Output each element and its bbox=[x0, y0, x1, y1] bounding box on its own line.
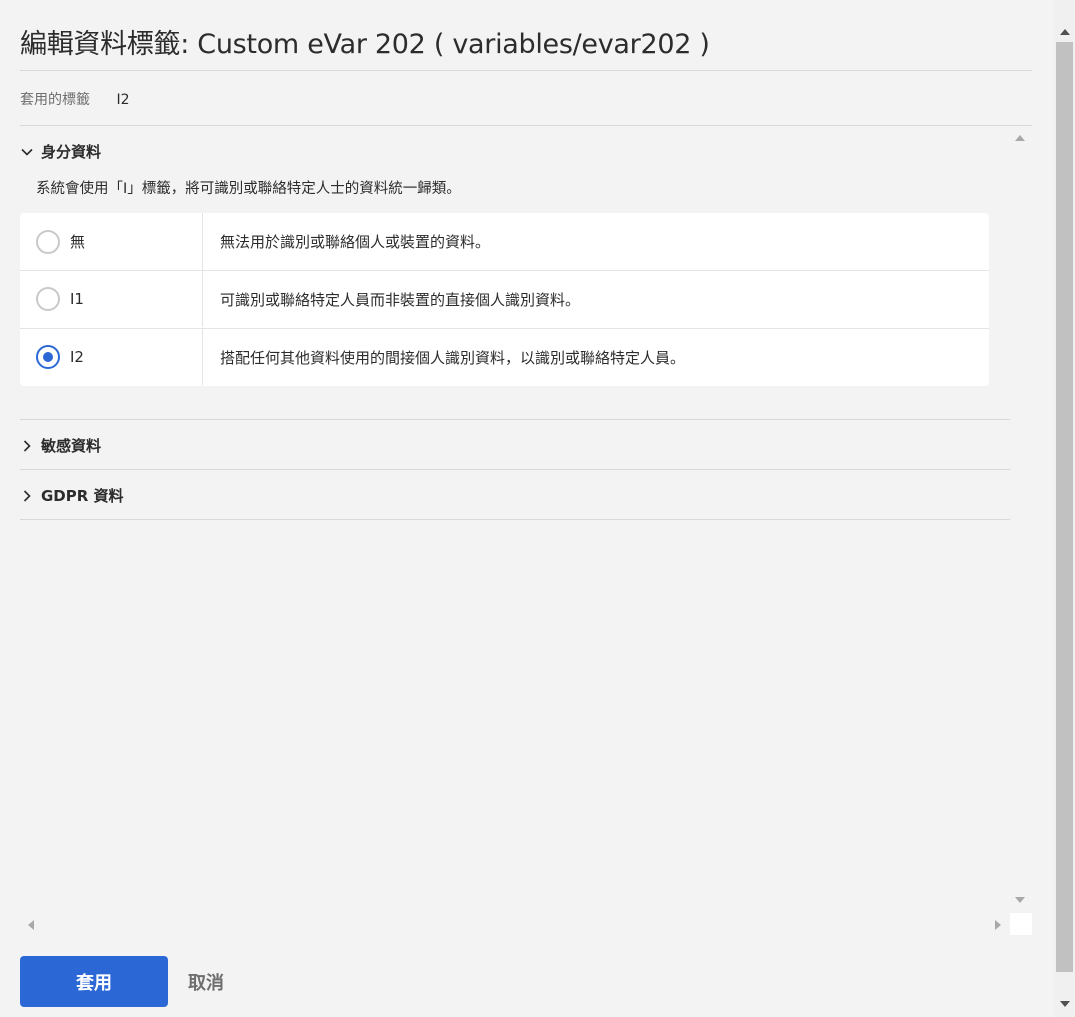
dialog-title: 編輯資料標籤: Custom eVar 202 ( variables/evar… bbox=[20, 29, 710, 60]
title-divider bbox=[20, 70, 1032, 71]
section-title-gdpr: GDPR 資料 bbox=[41, 487, 124, 505]
applied-divider bbox=[20, 125, 1032, 126]
identity-options-card: 無 無法用於識別或聯絡個人或裝置的資料。 I1 可識別或聯絡特定人員而非裝置的直… bbox=[20, 213, 989, 386]
option-description: 可識別或聯絡特定人員而非裝置的直接個人識別資料。 bbox=[220, 290, 581, 309]
section-divider bbox=[20, 419, 1010, 420]
option-label: I1 bbox=[70, 290, 84, 308]
option-description: 無法用於識別或聯絡個人或裝置的資料。 bbox=[220, 233, 491, 251]
apply-button[interactable]: 套用 bbox=[20, 956, 168, 1007]
applied-labels-label: 套用的標籤 bbox=[20, 92, 90, 108]
radio-i2[interactable] bbox=[36, 345, 60, 369]
option-cell: 無 bbox=[20, 213, 203, 270]
section-title-identity: 身分資料 bbox=[41, 143, 102, 161]
scroll-down-arrow-icon[interactable] bbox=[1015, 897, 1025, 903]
scroll-corner bbox=[1010, 913, 1032, 935]
scroll-right-arrow-icon[interactable] bbox=[995, 920, 1001, 930]
option-row-i2[interactable]: I2 搭配任何其他資料使用的間接個人識別資料，以識別或聯絡特定人員。 bbox=[20, 328, 989, 385]
chevron-down-icon bbox=[21, 148, 33, 156]
option-cell: I2 bbox=[20, 329, 203, 385]
option-label: 無 bbox=[70, 233, 86, 251]
radio-none[interactable] bbox=[36, 229, 60, 254]
applied-labels-value: I2 bbox=[116, 92, 130, 108]
option-row-i1[interactable]: I1 可識別或聯絡特定人員而非裝置的直接個人識別資料。 bbox=[20, 270, 989, 327]
identity-description: 系統會使用「I」標籤，將可識別或聯絡特定人士的資料統一歸類。 bbox=[36, 181, 461, 197]
option-description: 搭配任何其他資料使用的間接個人識別資料，以識別或聯絡特定人員。 bbox=[220, 348, 686, 367]
scroll-left-arrow-icon[interactable] bbox=[28, 920, 34, 930]
section-title-sensitive: 敏感資料 bbox=[41, 437, 102, 455]
scroll-up-arrow-icon[interactable] bbox=[1015, 135, 1025, 141]
option-label: I2 bbox=[70, 348, 84, 366]
chevron-right-icon bbox=[23, 439, 31, 452]
radio-i1[interactable] bbox=[36, 287, 60, 311]
scrollbar-down-arrow-icon[interactable] bbox=[1060, 1001, 1070, 1007]
applied-labels-row: 套用的標籤 I2 bbox=[20, 89, 130, 109]
section-divider bbox=[20, 519, 1010, 520]
scrollbar-up-arrow-icon[interactable] bbox=[1060, 29, 1070, 35]
option-row-none[interactable]: 無 無法用於識別或聯絡個人或裝置的資料。 bbox=[20, 213, 989, 270]
section-header-sensitive[interactable]: 敏感資料 bbox=[20, 435, 101, 456]
section-header-gdpr[interactable]: GDPR 資料 bbox=[20, 485, 124, 506]
cancel-button[interactable]: 取消 bbox=[188, 966, 224, 998]
edit-data-labels-dialog: 編輯資料標籤: Custom eVar 202 ( variables/evar… bbox=[0, 0, 1075, 1017]
chevron-right-icon bbox=[23, 489, 31, 502]
option-cell: I1 bbox=[20, 271, 203, 327]
section-header-identity[interactable]: 身分資料 bbox=[20, 141, 101, 162]
section-divider bbox=[20, 469, 1010, 470]
scrollbar-thumb[interactable] bbox=[1056, 42, 1073, 972]
